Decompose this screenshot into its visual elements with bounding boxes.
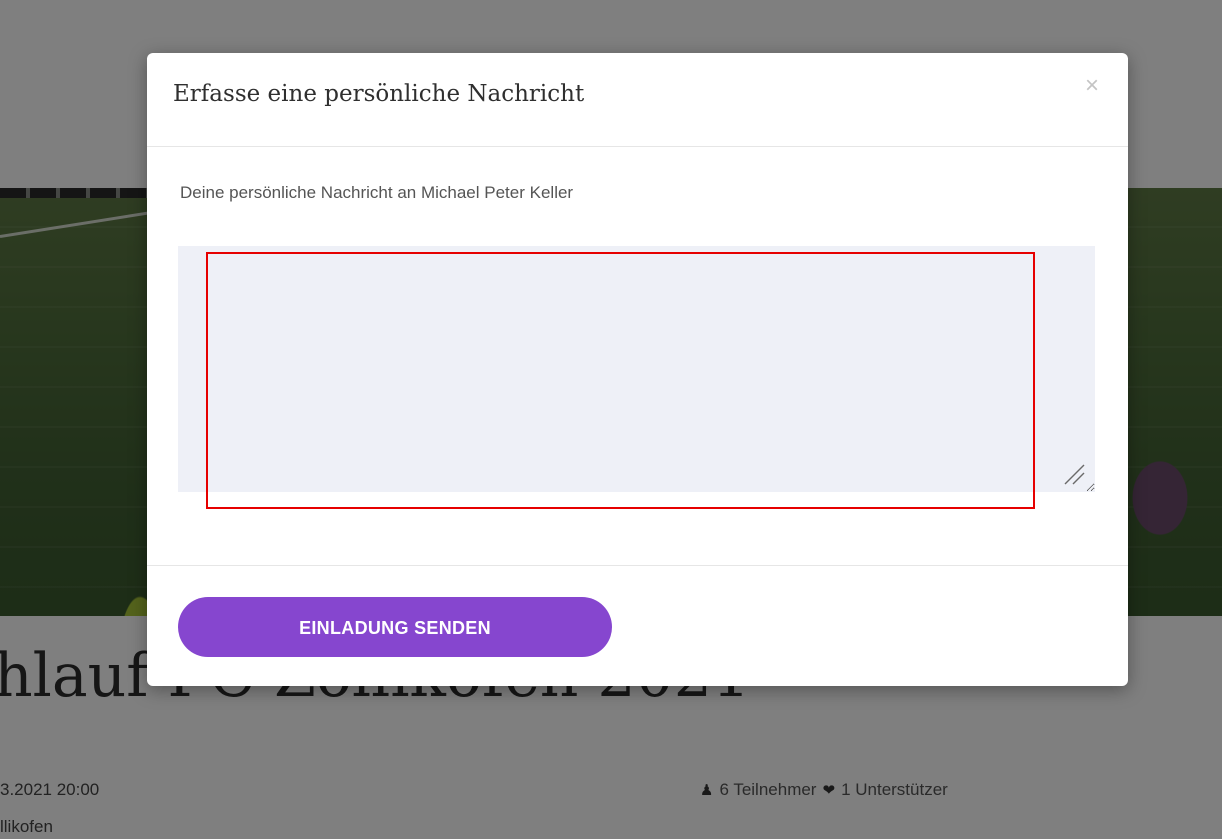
message-label: Deine persönliche Nachricht an Michael P… (180, 183, 574, 202)
resize-handle-icon[interactable] (1062, 462, 1086, 486)
personal-message-dialog: Erfasse eine persönliche Nachricht × Dei… (147, 53, 1128, 686)
dialog-header: Erfasse eine persönliche Nachricht × (147, 53, 1128, 147)
send-invitation-button[interactable]: EINLADUNG SENDEN (178, 597, 612, 657)
dialog-title: Erfasse eine persönliche Nachricht (173, 81, 585, 107)
dialog-footer: EINLADUNG SENDEN (147, 565, 1128, 686)
dialog-body: Deine persönliche Nachricht an Michael P… (147, 147, 1128, 565)
close-icon[interactable]: × (1077, 71, 1107, 101)
message-textarea[interactable] (178, 246, 1095, 492)
